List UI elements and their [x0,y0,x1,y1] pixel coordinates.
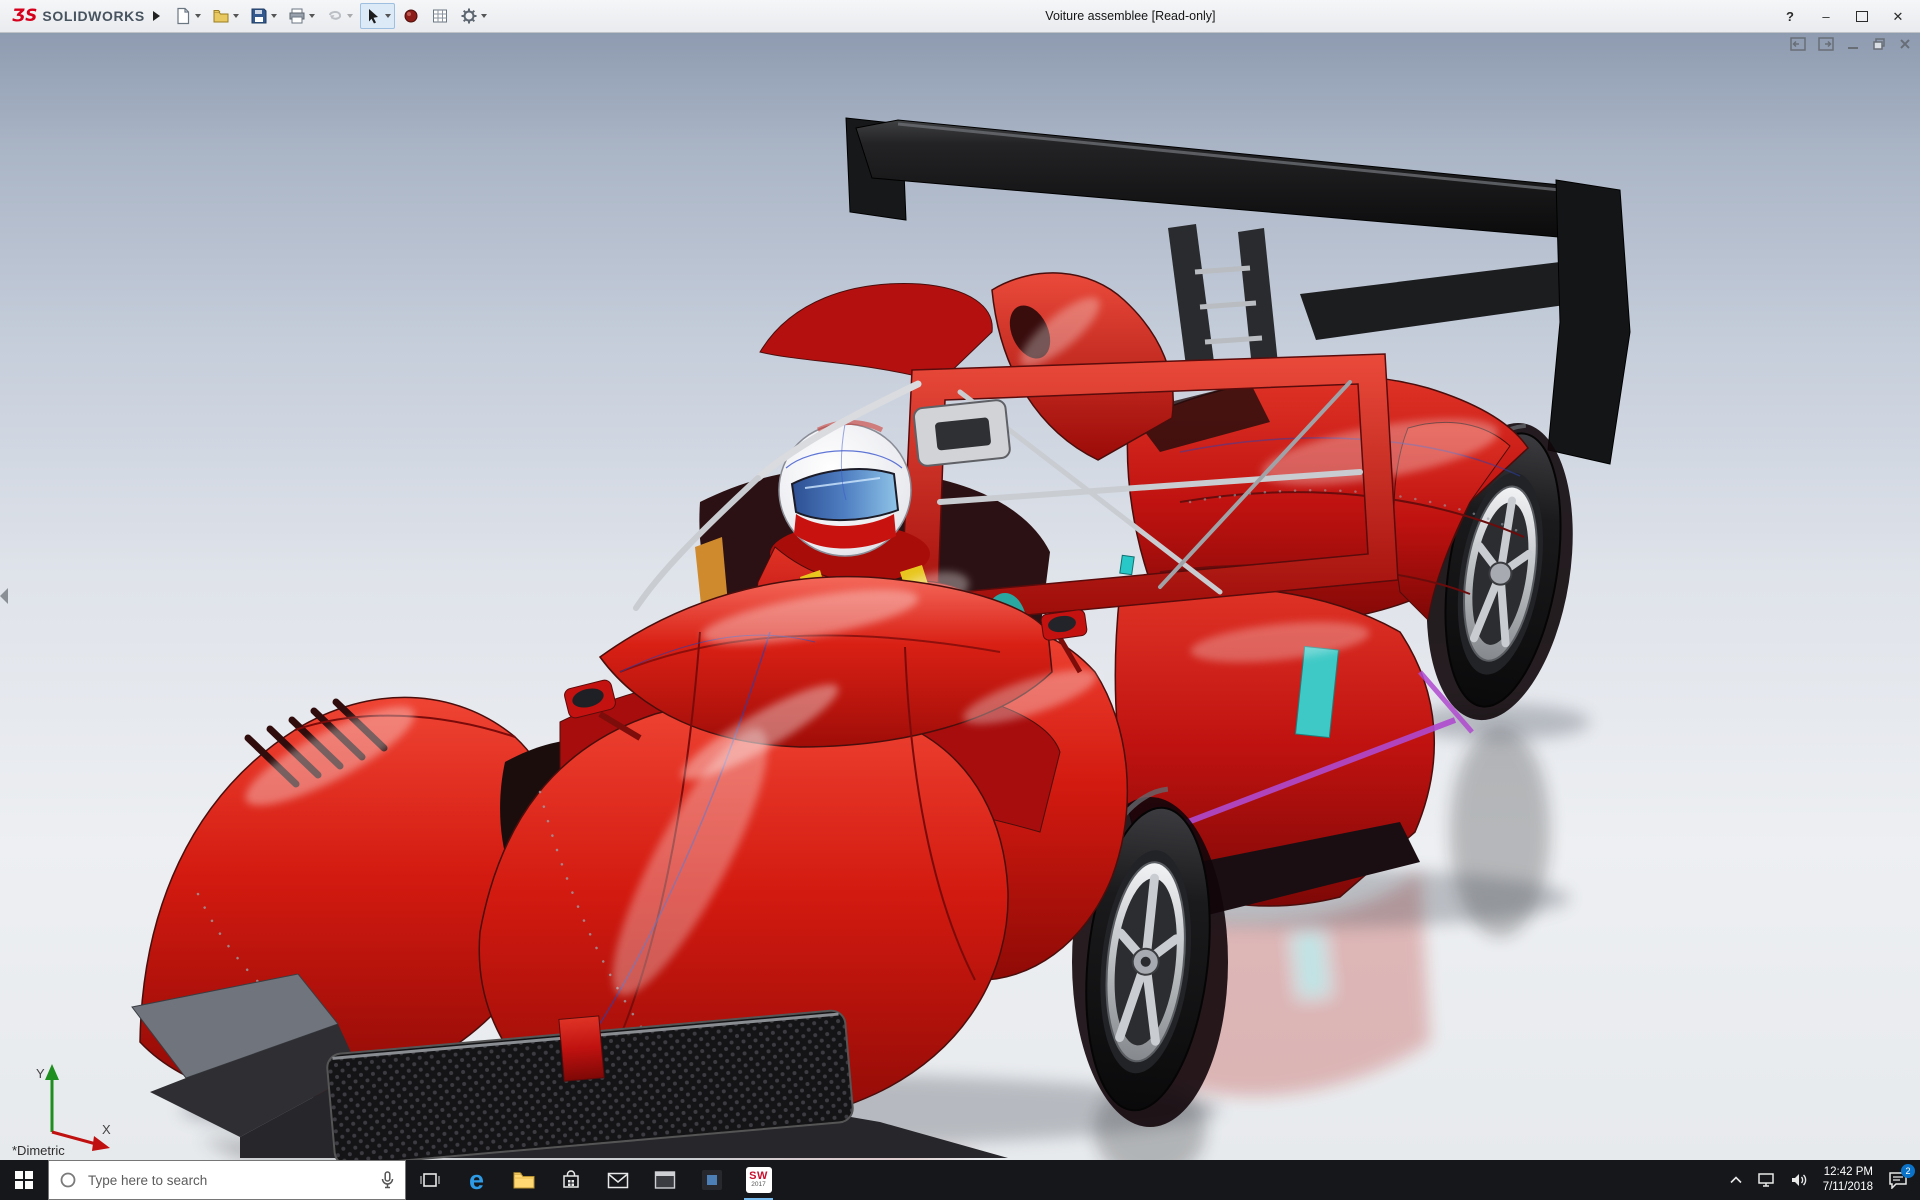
solidworks-wordmark: SOLIDWORKS [42,8,145,24]
new-document-button[interactable] [170,3,205,29]
edge-icon: e [468,1164,485,1195]
maximize-button[interactable] [1854,8,1870,24]
minimize-button[interactable]: – [1818,8,1834,24]
open-button[interactable] [208,3,243,29]
taskbar-clock[interactable]: 12:42 PM 7/11/2018 [1823,1165,1873,1195]
triad-x-label: X [102,1122,111,1137]
titlebar: ƷS SOLIDWORKS Voiture assemblee [Read-on… [0,0,1920,33]
photos-app-icon [701,1170,722,1190]
viewport-pane-controls [1790,37,1912,56]
dropdown-caret [346,14,353,18]
undo-button[interactable] [322,3,357,29]
mail-icon [607,1172,628,1188]
document-title: Voiture assemblee [Read-only] [1045,9,1216,23]
dropdown-caret [232,14,239,18]
open-folder-icon [213,10,229,23]
design-table-button[interactable] [427,3,453,29]
store-button[interactable] [547,1160,594,1200]
mail-button[interactable] [594,1160,641,1200]
undo-icon [328,11,341,20]
print-button[interactable] [284,3,319,29]
cortana-circle-icon [60,1172,76,1188]
pane-split-right-icon [1818,37,1834,51]
solidworks-logo-icon: ƷS [12,6,38,26]
view-orientation-label: *Dimetric [12,1143,65,1158]
notification-badge: 2 [1901,1164,1915,1178]
appearance-button[interactable] [398,3,424,29]
window-controls: ? – ✕ [1770,8,1914,24]
pane-close-button[interactable] [1898,37,1912,56]
maximize-icon [1856,10,1868,22]
pane-split-left-button[interactable] [1790,37,1806,56]
system-tray: 12:42 PM 7/11/2018 2 [1730,1160,1920,1200]
taskbar-apps: e SW 2017 [406,1160,782,1200]
tray-expand-button[interactable] [1730,1176,1742,1184]
help-button[interactable]: ? [1782,8,1798,24]
pane-split-right-button[interactable] [1818,37,1834,56]
menu-expand-arrow-icon[interactable] [152,11,160,21]
clock-time: 12:42 PM [1823,1166,1873,1179]
network-button[interactable] [1757,1172,1775,1188]
design-table-icon [432,9,447,23]
taskbar: e SW 2017 12:42 PM 7/11/2018 [0,1160,1920,1200]
screen: ƷS SOLIDWORKS Voiture assemblee [Read-on… [0,0,1920,1200]
start-button[interactable] [0,1160,48,1200]
task-view-icon [420,1173,439,1187]
solidworks-app-button[interactable]: SW 2017 [735,1160,782,1200]
pane-minimize-icon [1848,47,1858,49]
save-button[interactable] [246,3,281,29]
print-icon [289,8,305,24]
file-explorer-button[interactable] [500,1160,547,1200]
solidworks-brand: ƷS SOLIDWORKS [6,6,145,26]
console-window-button[interactable] [641,1160,688,1200]
pane-minimize-button[interactable] [1846,37,1860,56]
chevron-up-icon [1730,1176,1742,1184]
pane-restore-icon [1873,38,1885,50]
new-document-icon [177,7,189,25]
clock-date: 7/11/2018 [1822,1181,1873,1193]
main-toolbar [170,3,491,29]
dropdown-caret [384,14,391,18]
triad-y-label: Y [36,1066,45,1081]
photos-app-button[interactable] [688,1160,735,1200]
file-explorer-icon [513,1172,534,1189]
pane-split-left-icon [1790,37,1806,51]
appearance-sphere-icon [404,9,418,23]
edge-browser-button[interactable]: e [453,1160,500,1200]
volume-button[interactable] [1790,1172,1808,1188]
select-button[interactable] [359,3,395,29]
options-button[interactable] [456,3,491,29]
pane-restore-button[interactable] [1872,37,1886,56]
gear-icon [461,8,477,24]
dropdown-caret [480,14,487,18]
select-cursor-icon [368,9,378,24]
orientation-triad: Y X [36,1064,111,1151]
save-icon [251,8,267,24]
speaker-icon [1791,1174,1806,1186]
panel-collapse-arrow[interactable] [0,588,8,604]
graphics-viewport[interactable]: Y X *Dimetric [0,32,1920,1160]
action-center-button[interactable]: 2 [1888,1164,1915,1189]
network-icon [1757,1173,1774,1187]
console-window-icon [654,1171,675,1189]
model-canvas[interactable]: Y X [0,32,1920,1160]
microphone-icon[interactable] [380,1171,395,1189]
dropdown-caret [308,14,315,18]
search-input[interactable] [86,1171,371,1189]
store-icon [562,1170,579,1188]
windows-logo-icon [15,1171,33,1189]
task-view-button[interactable] [406,1160,453,1200]
solidworks-app-icon: SW 2017 [745,1167,772,1193]
pane-close-icon [1900,39,1910,49]
taskbar-search[interactable] [48,1160,406,1200]
dropdown-caret [270,14,277,18]
dropdown-caret [194,14,201,18]
close-button[interactable]: ✕ [1890,8,1906,24]
